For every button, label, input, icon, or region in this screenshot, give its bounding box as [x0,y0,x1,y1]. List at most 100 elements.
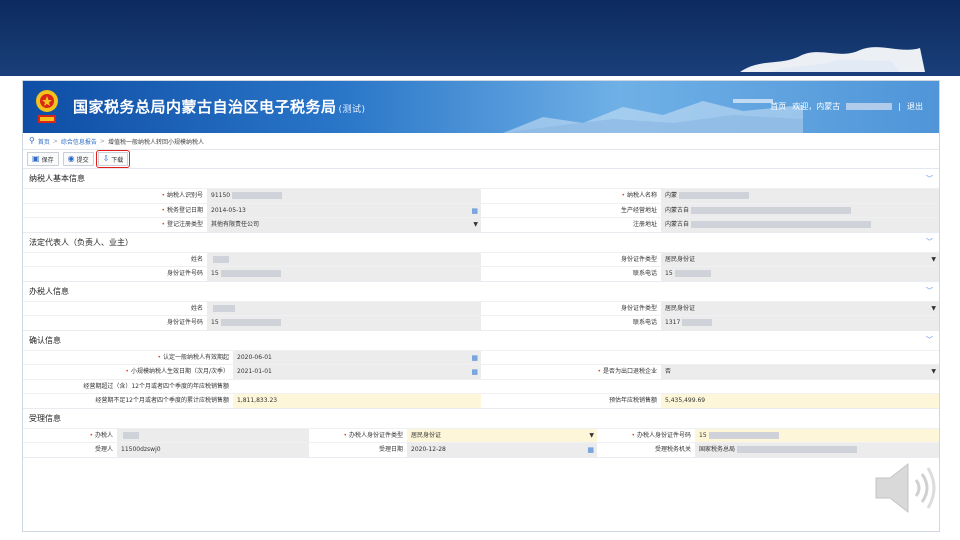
form-row: 经营期不足12个月或者四个季度的累计应税销售额 1,811,833.23 预估年… [23,393,939,408]
speaker-icon[interactable] [872,458,938,518]
reg-type-select[interactable]: 其他有限责任公司 ▼ [207,218,481,232]
section-header[interactable]: 纳税人基本信息 ﹀ [23,169,939,188]
calendar-icon[interactable]: ▦ [471,365,478,379]
logout-link[interactable]: 退出 [907,101,923,112]
section-title: 法定代表人（负责人、业主） [29,237,133,247]
breadcrumb-separator: > [99,137,105,145]
annual-sales-field[interactable]: 5,435,499.69 [661,394,939,408]
over12-sales-field[interactable] [233,379,481,393]
field-label: 联系电话 [481,267,661,281]
field-label: • 办税人身份证件类型 [309,428,407,442]
accept-date-field[interactable]: 2020-12-28 ▦ [407,443,597,457]
tax-id-field[interactable]: 91150 [207,189,481,203]
field-label: • 办税人身份证件号码 [597,428,695,442]
chevron-down-icon[interactable]: ﹀ [926,237,933,247]
under12-sales-field[interactable]: 1,811,833.23 [233,394,481,408]
form-row: 受理人 11500dzswj0 受理日期 2020-12-28 ▦ 受理税务机关 … [23,442,939,457]
breadcrumb-separator: > [52,137,58,145]
breadcrumb-home[interactable]: 首页 [38,137,50,146]
field-label: 身份证件号码 [23,267,207,281]
reg-date-field[interactable]: 2014-05-13 ▦ [207,203,481,218]
form-row: 姓名 身份证件类型 居民身份证 ▼ [23,300,939,316]
chevron-down-icon[interactable]: ﹀ [926,286,933,296]
field-label: 生产经营地址 [481,203,661,217]
field-label: 联系电话 [481,316,661,330]
field-label: • 登记注册类型 [23,218,207,232]
chevron-down-icon[interactable]: ﹀ [926,174,933,184]
dropdown-arrow-icon[interactable]: ▼ [931,302,936,316]
form-row: • 小规模纳税人生效日期（次月/次季） 2021-01-01 ▦ • 是否为出口退税企… [23,364,939,379]
receiver-field[interactable]: 11500dzswj0 [117,443,309,457]
form-row: • 登记注册类型 其他有限责任公司 ▼ 注册地址 内蒙古自 [23,217,939,232]
section-header[interactable]: 确认信息 ﹀ [23,331,939,350]
tax-emblem-icon [36,90,58,123]
field-label: 身份证件类型 [481,301,661,315]
handler-id-type-select[interactable]: 居民身份证 ▼ [407,428,597,443]
dropdown-arrow-icon[interactable]: ▼ [473,218,478,232]
home-link[interactable]: 首页 [770,101,786,112]
biz-address-field[interactable]: 内蒙古自 [661,203,939,217]
user-name-mask [846,103,893,110]
small-taxpayer-date-field[interactable]: 2021-01-01 ▦ [233,365,481,379]
agent-phone-field[interactable]: 1317 [661,316,939,330]
submit-button[interactable]: ◉ 提交 [62,152,94,166]
agent-id-no-field[interactable]: 15 [207,316,481,330]
legal-phone-field[interactable]: 15 [661,267,939,281]
site-title: 国家税务总局内蒙古自治区电子税务局 (测试) [73,96,366,117]
section-header[interactable]: 办税人信息 ﹀ [23,282,939,301]
tax-office-field[interactable]: 国家税务总局 [695,443,939,457]
form-row: 身份证件号码 15 联系电话 1317 [23,315,939,330]
dropdown-arrow-icon[interactable]: ▼ [589,429,594,443]
field-label: • 小规模纳税人生效日期（次月/次季） [23,365,233,379]
calendar-icon[interactable]: ▦ [587,443,594,457]
field-label: • 是否为出口退税企业 [481,365,661,379]
field-label: 身份证件类型 [481,252,661,266]
legal-name-field[interactable] [207,252,481,266]
valid-date-field[interactable]: 2020-06-01 ▦ [233,350,481,365]
save-button[interactable]: ▣ 保存 [27,152,59,166]
submit-icon: ◉ [67,154,75,163]
top-link-separator: | [898,102,901,111]
section-header[interactable]: 受理信息 [23,409,939,428]
calendar-icon[interactable]: ▦ [471,204,478,218]
tax-app-window: 国家税务总局内蒙古自治区电子税务局 (测试) 首页 欢迎，内蒙古 | 退出 ⚲ 首… [22,80,940,532]
handler-field[interactable] [117,428,309,442]
legal-id-no-field[interactable]: 15 [207,267,481,281]
calendar-icon[interactable]: ▦ [471,351,478,365]
agent-name-field[interactable] [207,301,481,315]
dropdown-arrow-icon[interactable]: ▼ [931,365,936,379]
field-label: 经营期超过（含）12个月或者四个季度的年应税销售额 [23,379,233,393]
handler-id-no-field[interactable]: 15 [695,428,939,442]
section-header[interactable]: 法定代表人（负责人、业主） ﹀ [23,233,939,252]
export-refund-select[interactable]: 否 ▼ [661,365,939,379]
form-row: 经营期超过（含）12个月或者四个季度的年应税销售额 [23,378,939,393]
field-label: 受理日期 [309,443,407,457]
submit-label: 提交 [76,156,89,164]
empty-cell [481,379,939,393]
form-row: 身份证件号码 15 联系电话 15 [23,266,939,281]
save-label: 保存 [41,156,54,164]
location-pin-icon: ⚲ [29,136,35,145]
field-label: • 税务登记日期 [23,203,207,217]
field-label: • 认定一般纳税人有效期起 [23,350,233,364]
form-row: • 认定一般纳税人有效期起 2020-06-01 ▦ [23,349,939,365]
legal-id-type-select[interactable]: 居民身份证 ▼ [661,252,939,267]
site-title-text: 国家税务总局内蒙古自治区电子税务局 [73,98,337,116]
chevron-down-icon[interactable]: ﹀ [926,335,933,345]
field-label: 经营期不足12个月或者四个季度的累计应税销售额 [23,394,233,408]
site-banner: 国家税务总局内蒙古自治区电子税务局 (测试) 首页 欢迎，内蒙古 | 退出 [23,81,939,133]
breadcrumb-report[interactable]: 综合信息报告 [61,137,97,146]
taxpayer-name-field[interactable]: 内蒙 [661,189,939,203]
field-label: 受理税务机关 [597,443,695,457]
section-title: 确认信息 [29,335,61,345]
reg-address-field[interactable]: 内蒙古自 [661,218,939,232]
field-label: 预估年应税销售额 [481,394,661,408]
download-button[interactable]: ⇩ 下载 [95,150,131,168]
agent-id-type-select[interactable]: 居民身份证 ▼ [661,301,939,316]
field-label: • 纳税人名称 [481,189,661,203]
section-title: 纳税人基本信息 [29,174,85,183]
mountain-wall-graphic [503,99,803,133]
breadcrumb-current: 增值税一般纳税人转回小规模纳税人 [107,138,204,146]
field-label: • 纳税人识别号 [23,189,207,203]
dropdown-arrow-icon[interactable]: ▼ [931,253,936,267]
